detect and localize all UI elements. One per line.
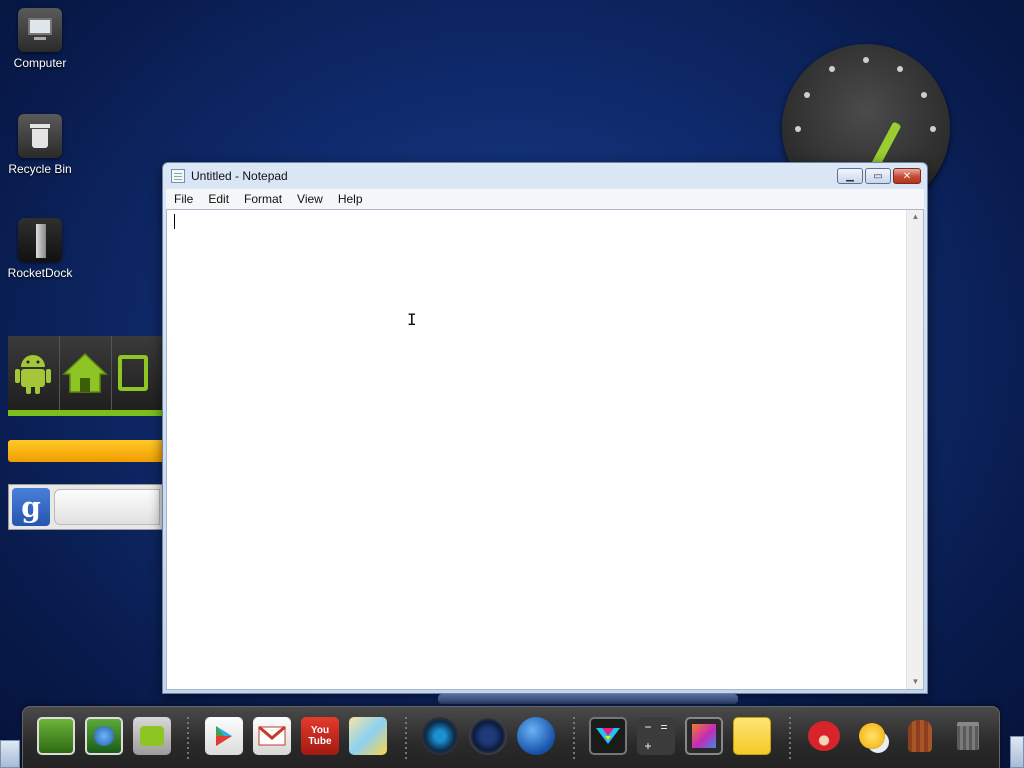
picture-frame-icon[interactable] [685,717,723,755]
taskbar-edge-left [0,740,20,768]
dock-separator [187,717,189,761]
google-search-input[interactable] [54,489,160,525]
earth-icon[interactable] [517,717,555,755]
dock-separator [573,717,575,761]
youtube-icon[interactable]: You Tube [301,717,339,755]
camera-icon[interactable] [421,717,459,755]
maximize-button[interactable]: ▭ [865,168,891,184]
scroll-up-icon[interactable]: ▲ [907,210,924,224]
dock-separator [789,717,791,761]
recycle-bin-icon [18,114,62,158]
window-title: Untitled - Notepad [191,169,288,183]
close-button[interactable]: ✕ [893,168,921,184]
gingerbread-icon[interactable] [901,717,939,755]
android-shortcut-widget[interactable] [8,336,164,416]
folder-icon[interactable] [133,717,171,755]
notepad-window[interactable]: Untitled - Notepad ▁ ▭ ✕ File Edit Forma… [162,162,928,694]
desktop-icon-label: Recycle Bin [8,162,72,176]
menu-file[interactable]: File [174,192,193,206]
desktop-icon-label: RocketDock [7,266,73,280]
text-editor-area[interactable]: I ▲ ▼ [166,209,924,690]
photo-gallery-icon[interactable] [37,717,75,755]
home-icon[interactable] [60,336,112,410]
color-triangle-icon[interactable] [589,717,627,755]
vertical-scrollbar[interactable]: ▲ ▼ [906,210,923,689]
speaker-icon[interactable] [469,717,507,755]
notepad-icon [171,169,185,183]
menu-bar: File Edit Format View Help [166,189,924,209]
text-caret [174,214,175,229]
angry-birds-icon[interactable] [805,717,843,755]
google-search-widget[interactable]: g [8,484,164,530]
dock-reflection [438,694,738,704]
ibeam-cursor-icon: I [407,310,417,329]
desktop-icon-recycle-bin[interactable]: Recycle Bin [0,114,80,176]
folder-icon[interactable] [112,336,164,410]
maps-icon[interactable] [349,717,387,755]
scroll-down-icon[interactable]: ▼ [907,675,924,689]
close-icon: ✕ [902,170,912,182]
menu-edit[interactable]: Edit [208,192,229,206]
progress-widget-bar [8,440,164,462]
minimize-icon: ▁ [846,170,854,182]
menu-view[interactable]: View [297,192,323,206]
dock-separator [405,717,407,761]
menu-format[interactable]: Format [244,192,282,206]
desktop-icon-computer[interactable]: Computer [0,8,80,70]
play-store-icon[interactable] [205,717,243,755]
maximize-icon: ▭ [873,170,883,182]
taskbar-edge-right [1010,736,1024,768]
title-bar[interactable]: Untitled - Notepad ▁ ▭ ✕ [163,163,927,189]
sticky-note-icon[interactable] [733,717,771,755]
menu-help[interactable]: Help [338,192,363,206]
android-robot-icon[interactable] [8,336,60,410]
calculator-icon[interactable]: − = + [637,717,675,755]
desktop-icon-rocketdock[interactable]: RocketDock [0,218,80,280]
minimize-button[interactable]: ▁ [837,168,863,184]
computer-icon [18,8,62,52]
dock: You Tube − = + [22,706,1000,768]
gmail-icon[interactable] [253,717,291,755]
browser-globe-icon[interactable] [85,717,123,755]
trash-can-icon[interactable] [949,717,987,755]
youtube-label: You Tube [308,725,332,747]
weather-icon[interactable] [853,717,891,755]
rocketdock-icon [18,218,62,262]
google-logo-icon[interactable]: g [12,488,50,526]
desktop-icon-label: Computer [13,56,67,70]
